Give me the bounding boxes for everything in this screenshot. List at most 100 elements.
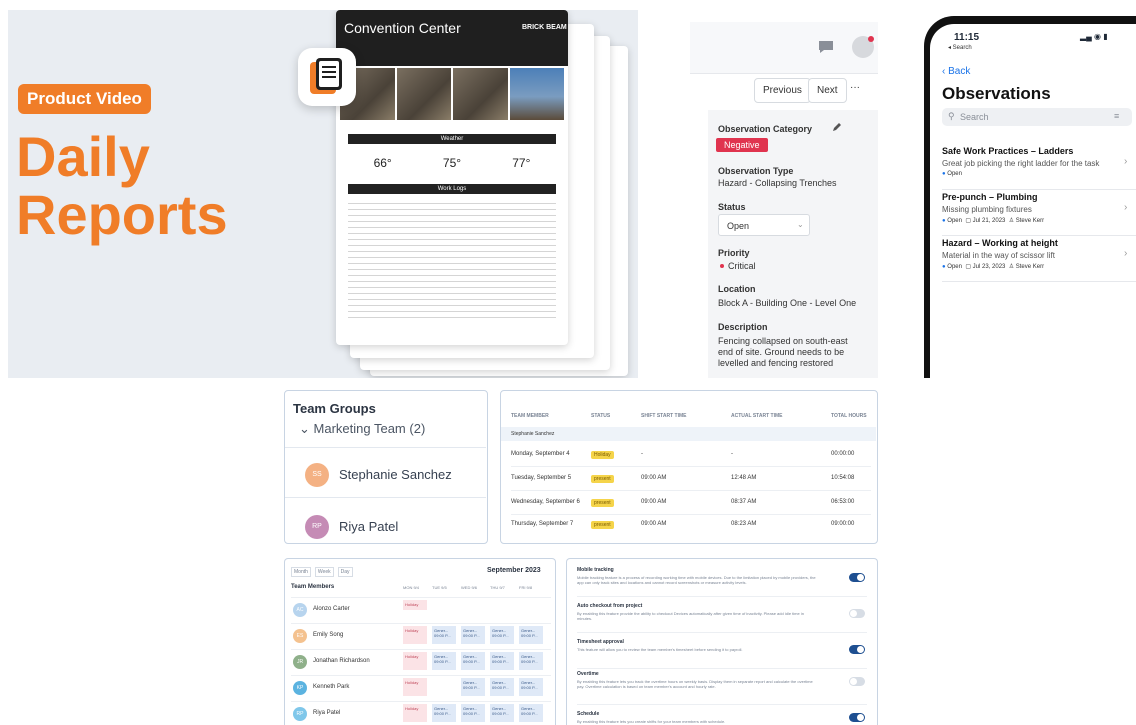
setting-description: This feature will allow you to review th…: [577, 647, 743, 652]
day-cell: Wednesday, September 6: [511, 499, 580, 505]
col-header: SHIFT START TIME: [641, 413, 687, 419]
shift-block[interactable]: Gener... 09:00 P...: [461, 678, 485, 696]
view-month-button[interactable]: Month: [291, 567, 311, 577]
actual-cell: -: [731, 451, 733, 457]
table-row[interactable]: Monday, September 4 Holiday - - 00:00:00: [511, 449, 871, 467]
next-button[interactable]: Next: [808, 78, 847, 103]
location-value: Block A - Building One - Level One: [718, 298, 857, 308]
setting-item: Overtime By enabling this feature lets y…: [577, 671, 867, 705]
status-bar-time: 11:15: [954, 32, 980, 43]
shift-block[interactable]: Gener... 09:00 P...: [461, 626, 485, 644]
schedule-row: ES Emily Song Holiday Gener... 09:00 P...…: [291, 623, 551, 647]
day-headers: MON 9/4 TUE 9/5 WED 9/6 THU 9/7 FRI 9/8: [403, 585, 551, 590]
avatar: ES: [293, 629, 307, 643]
month-title: September 2023: [487, 567, 541, 574]
view-week-button[interactable]: Week: [314, 567, 334, 577]
mobile-tracking-toggle[interactable]: [849, 573, 865, 582]
observation-list-item[interactable]: Pre-punch – Plumbing Missing plumbing fi…: [942, 192, 1136, 236]
shift-block[interactable]: Gener... 09:00 P...: [490, 704, 514, 722]
shift-block[interactable]: Gener... 09:00 P...: [432, 704, 456, 722]
site-photo: [453, 68, 508, 120]
member-name: Stephanie Sanchez: [339, 467, 452, 482]
auto-checkout-toggle[interactable]: [849, 609, 865, 618]
table-row[interactable]: Thursday, September 7 present 09:00 AM 0…: [511, 519, 871, 537]
shift-block[interactable]: Gener... 09:00 P...: [519, 678, 543, 696]
observation-detail-panel: Previous Next ··· Observation Category N…: [690, 22, 878, 378]
shift-block[interactable]: Gener... 09:00 P...: [490, 652, 514, 670]
category-badge: Negative: [716, 138, 768, 152]
more-options-button[interactable]: ···: [850, 82, 860, 93]
shift-cell: 09:00 AM: [641, 475, 667, 481]
observation-list-item[interactable]: Hazard – Working at height Material in t…: [942, 238, 1136, 282]
divider: [285, 497, 486, 498]
shift-block[interactable]: Gener... 09:00 P...: [432, 626, 456, 644]
holiday-block[interactable]: Holiday: [403, 704, 427, 722]
group-toggle[interactable]: ⌄ Marketing Team (2): [299, 421, 425, 437]
item-title: Hazard – Working at height: [942, 238, 1058, 248]
back-button[interactable]: ‹ Back: [942, 66, 970, 77]
schedule-toggle[interactable]: [849, 713, 865, 722]
avatar: SS: [305, 463, 329, 487]
day-cell: Tuesday, September 5: [511, 475, 572, 481]
member-name: Emily Song: [313, 632, 344, 638]
type-value: Hazard - Collapsing Trenches: [718, 178, 837, 188]
holiday-block[interactable]: Holiday: [403, 626, 427, 644]
table-row[interactable]: Tuesday, September 5 present 09:00 AM 12…: [511, 473, 871, 491]
group-member[interactable]: RP Riya Patel: [305, 513, 505, 539]
person-icon: ♙: [1007, 218, 1016, 224]
shift-block[interactable]: Gener... 09:00 P...: [490, 678, 514, 696]
search-field[interactable]: ⚲ Search ≡: [942, 108, 1132, 126]
table-row[interactable]: Wednesday, September 6 present 09:00 AM …: [511, 497, 871, 515]
holiday-block[interactable]: Holiday: [403, 678, 427, 696]
team-groups-card: Team Groups ⌄ Marketing Team (2) SS Step…: [284, 390, 488, 544]
report-title: Convention Center: [344, 20, 461, 36]
view-day-button[interactable]: Day: [337, 567, 353, 577]
status-badge: Holiday: [591, 451, 614, 459]
holiday-block[interactable]: Holiday: [403, 652, 427, 670]
shift-block[interactable]: Gener... 09:00 P...: [432, 652, 456, 670]
notification-dot: [868, 36, 874, 42]
back-to-app[interactable]: ◂ Search: [948, 44, 972, 51]
daily-reports-promo: Product Video Daily Reports Convention C…: [8, 10, 638, 378]
schedule-row: JR Jonathan Richardson Holiday Gener... 0…: [291, 649, 551, 673]
status-select[interactable]: Open ⌄: [718, 214, 810, 236]
priority-label: Priority: [718, 248, 750, 258]
holiday-block[interactable]: Holiday: [403, 600, 427, 610]
day-cell: Thursday, September 7: [511, 521, 574, 527]
location-label: Location: [718, 284, 756, 294]
critical-dot-icon: [720, 264, 724, 268]
category-label: Observation Category: [718, 124, 813, 134]
person-icon: ♙: [1007, 264, 1016, 270]
attendance-card: TEAM MEMBER STATUS SHIFT START TIME ACTU…: [500, 390, 878, 544]
observation-list-item[interactable]: Safe Work Practices – Ladders Great job …: [942, 146, 1136, 190]
divider: [285, 447, 486, 448]
day-cell: Monday, September 4: [511, 451, 570, 457]
search-placeholder: Search: [960, 112, 989, 122]
item-meta: ● Open ▢ Jul 23, 2023 ♙ Steve Kerr: [942, 264, 1045, 270]
shift-block[interactable]: Gener... 09:00 P...: [461, 704, 485, 722]
daily-report-document: Convention Center BRICK BEAM Weather 66°…: [336, 10, 568, 345]
observation-fields: Observation Category Negative Observatio…: [708, 110, 878, 378]
weather-row: 66° 75° 77°: [348, 148, 556, 178]
chat-icon[interactable]: [818, 40, 834, 54]
group-member[interactable]: SS Stephanie Sanchez: [305, 461, 505, 487]
member-name: Kenneth Park: [313, 684, 350, 690]
shift-block[interactable]: Gener... 09:00 P...: [490, 626, 514, 644]
previous-button[interactable]: Previous: [754, 78, 811, 103]
col-header: TEAM MEMBER: [511, 413, 549, 419]
filter-icon[interactable]: ≡: [1114, 111, 1119, 121]
shift-block[interactable]: Gener... 09:00 P...: [519, 652, 543, 670]
setting-description: By enabling this feature lets you track …: [577, 679, 813, 689]
status-label: Status: [718, 202, 746, 212]
overtime-toggle[interactable]: [849, 677, 865, 686]
status-badge: present: [591, 499, 614, 507]
shift-block[interactable]: Gener... 09:00 P...: [461, 652, 485, 670]
avatar: KP: [293, 681, 307, 695]
shift-block[interactable]: Gener... 09:00 P...: [519, 626, 543, 644]
chevron-down-icon: ⌄: [299, 421, 314, 436]
actual-cell: 08:23 AM: [731, 521, 757, 527]
timesheet-approval-toggle[interactable]: [849, 645, 865, 654]
setting-description: Mobile tracking feature is a process of …: [577, 575, 816, 585]
shift-block[interactable]: Gener... 09:00 P...: [519, 704, 543, 722]
edit-pencil-icon[interactable]: [832, 122, 842, 132]
